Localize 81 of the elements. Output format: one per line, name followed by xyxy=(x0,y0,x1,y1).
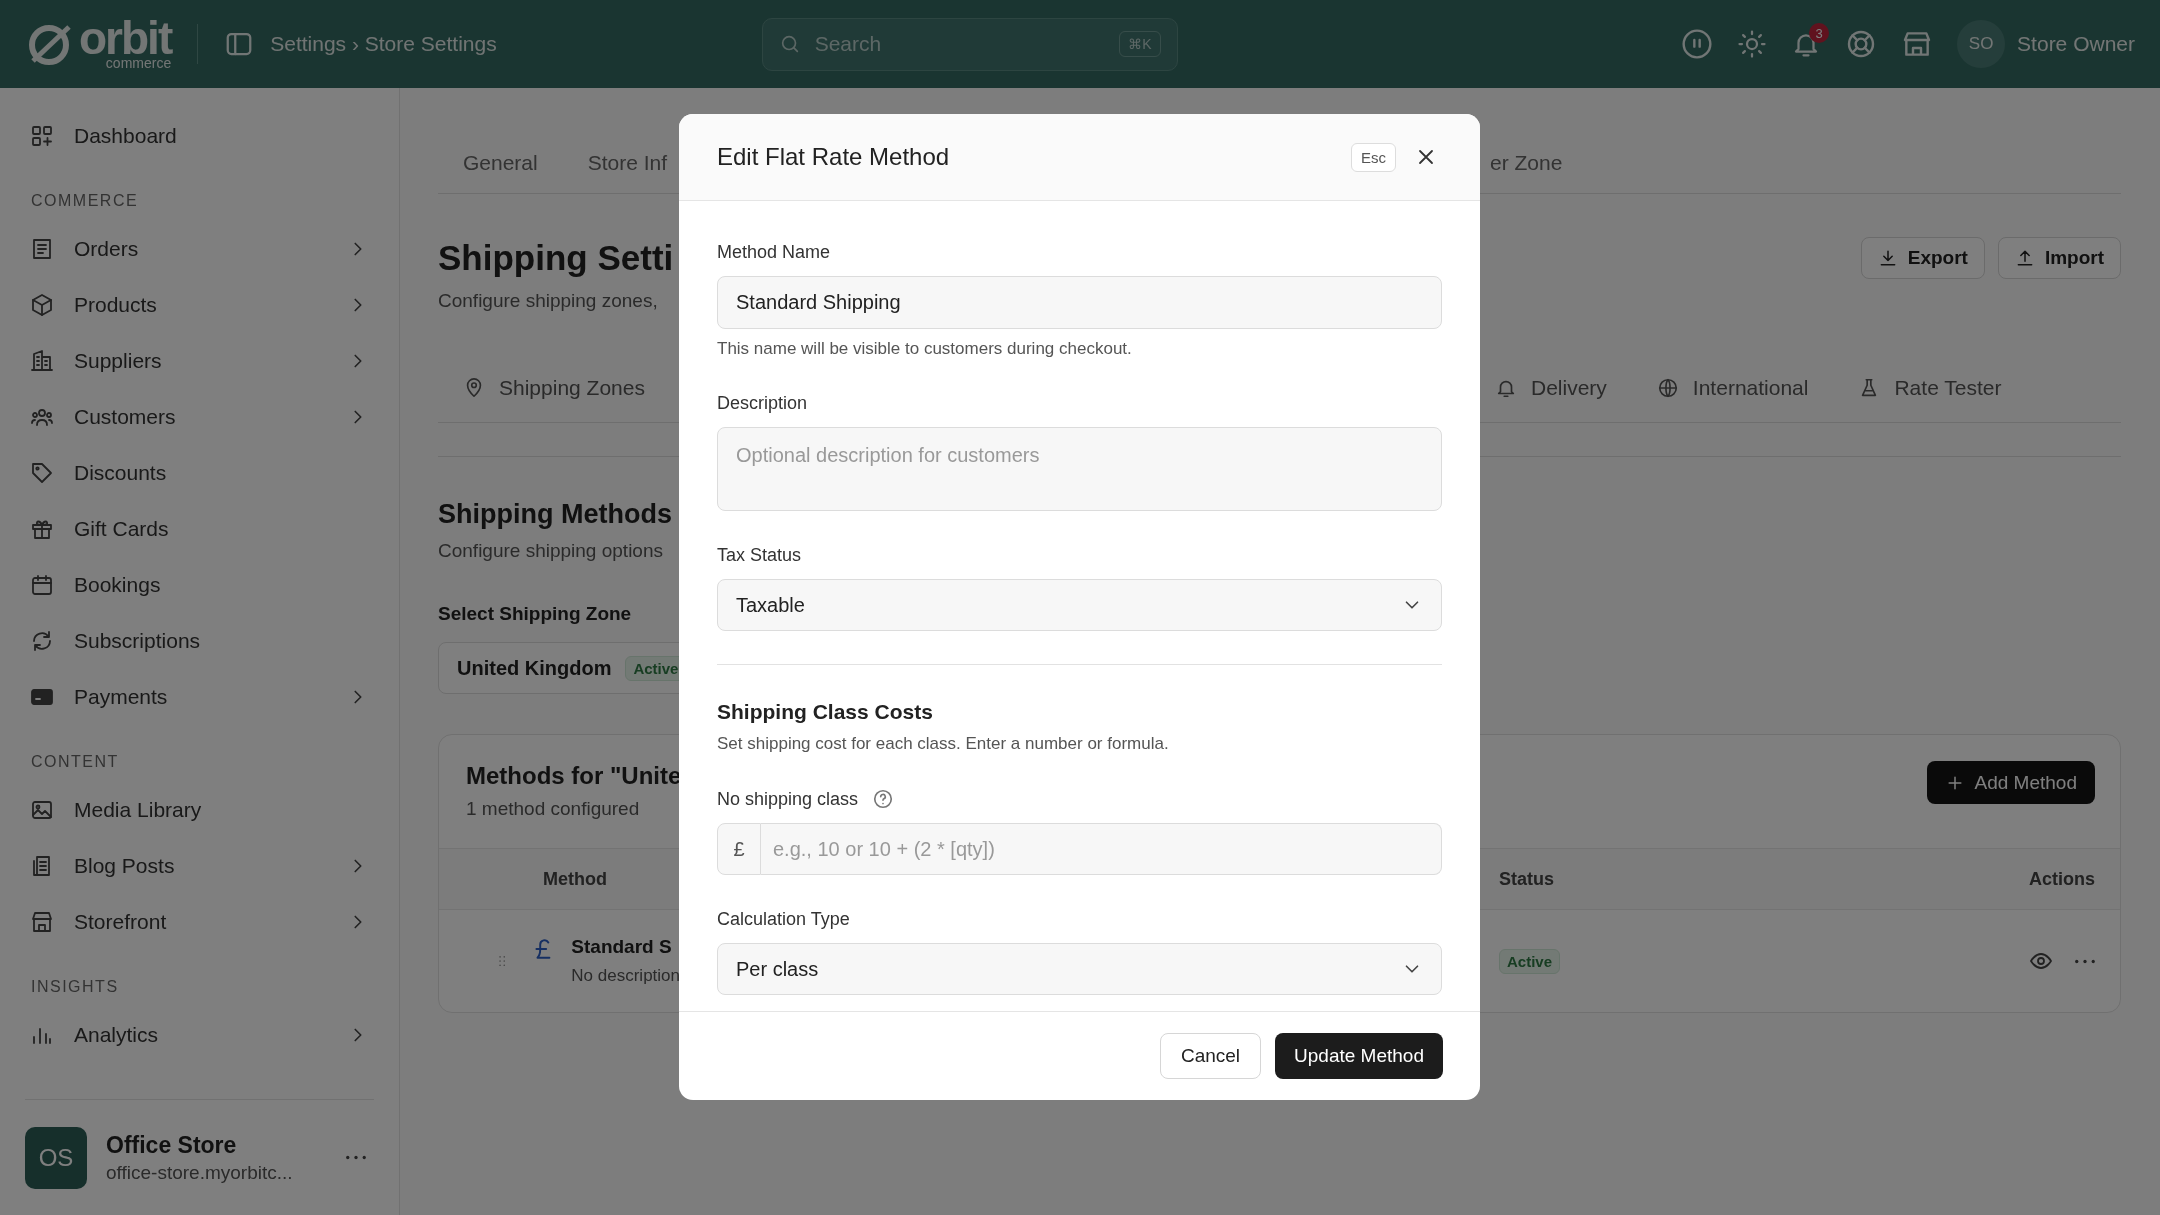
import-button[interactable]: Import xyxy=(1997,237,2121,279)
column-header: Actions xyxy=(2029,868,2095,890)
method-description: No description xyxy=(571,966,680,986)
tab[interactable]: Shipping Zones xyxy=(438,354,645,422)
field-label: Tax Status xyxy=(717,544,802,566)
image-icon xyxy=(30,798,54,822)
sun-icon xyxy=(1737,29,1768,59)
tab[interactable]: General xyxy=(438,133,563,193)
field-label: Method Name xyxy=(717,241,831,263)
textarea-field[interactable]: Optional description for customers xyxy=(717,427,1442,511)
tab[interactable]: Delivery xyxy=(1495,354,1607,422)
hint-text: This name will be visible to customers during checkout. xyxy=(717,339,1133,359)
pause-icon xyxy=(1681,28,1714,60)
shortcut-hint: Esc xyxy=(1351,142,1396,172)
sidebar-item[interactable]: Customers xyxy=(0,389,399,445)
sidebar-item[interactable]: Orders xyxy=(0,221,399,277)
sidebar-item[interactable]: Media Library xyxy=(0,782,399,838)
store-avatar[interactable]: OS xyxy=(25,1126,87,1189)
sidebar-item[interactable]: Payments xyxy=(0,669,399,725)
input-field[interactable]: e.g., 10 or 10 + (2 * [qty]) xyxy=(761,823,1442,875)
sidebar-item[interactable]: Analytics xyxy=(0,1007,399,1063)
calendar-icon xyxy=(30,573,54,597)
export-button[interactable]: Export xyxy=(1860,237,1985,279)
store-name: Office Store xyxy=(106,1131,238,1159)
select-field[interactable]: Per class xyxy=(717,943,1442,995)
currency-prefix: £ xyxy=(717,823,761,875)
page-title: Shipping Setti xyxy=(438,237,675,279)
breadcrumb: Settings › Store Settings xyxy=(270,32,497,56)
grid-icon xyxy=(30,124,54,148)
input-field[interactable]: Standard Shipping xyxy=(717,276,1442,329)
cancel-button[interactable]: Cancel xyxy=(1159,1033,1262,1079)
section-title: Shipping Methods xyxy=(438,498,672,531)
shortcut-hint: ⌘K xyxy=(1119,31,1161,57)
field-label: Select Shipping Zone xyxy=(438,602,632,626)
more-icon xyxy=(2075,958,2095,964)
store-url: office-store.myorbitc... xyxy=(106,1161,293,1184)
help-icon xyxy=(872,788,895,810)
field-label: Calculation Type xyxy=(717,908,850,930)
tag-icon xyxy=(30,461,54,485)
field-label: Description xyxy=(717,392,808,414)
box-icon xyxy=(30,293,54,317)
tab[interactable]: er Zone xyxy=(1480,133,1588,193)
globe-icon xyxy=(1656,377,1679,399)
tab[interactable]: International xyxy=(1656,354,1809,422)
more-icon xyxy=(346,1155,366,1160)
avatar[interactable]: SO xyxy=(1957,20,2006,68)
store-icon xyxy=(30,910,54,934)
field-label: No shipping class xyxy=(717,788,859,810)
receipt-icon xyxy=(30,237,54,261)
column-header: Method xyxy=(542,868,608,890)
dialog-title: Edit Flat Rate Method xyxy=(717,143,950,171)
status-badge: Active xyxy=(1499,948,1561,974)
notification-badge: 3 xyxy=(1809,23,1830,43)
sidebar-item[interactable]: Dashboard xyxy=(0,108,399,164)
section-heading: COMMERCE xyxy=(30,191,140,211)
section-description: Set shipping cost for each class. Enter a number or formula. xyxy=(717,733,1170,755)
card-title: Methods for "Unite xyxy=(465,761,680,791)
tab[interactable]: Store Inf xyxy=(562,133,693,193)
sidebar-item[interactable]: Suppliers xyxy=(0,333,399,389)
update-method-button[interactable]: Update Method xyxy=(1275,1033,1443,1079)
sidebar-item[interactable]: Storefront xyxy=(0,894,399,950)
user-name: Store Owner xyxy=(2017,32,2135,56)
page-subtitle: Configure shipping zones, xyxy=(438,289,659,313)
card-subtitle: 1 method configured xyxy=(465,797,641,821)
refresh-icon xyxy=(30,629,54,653)
section-heading: INSIGHTS xyxy=(30,977,120,997)
sidebar-item[interactable]: Subscriptions xyxy=(0,613,399,669)
section-title: Shipping Class Costs xyxy=(717,699,934,725)
column-header: Status xyxy=(1499,868,1554,890)
building-icon xyxy=(30,349,54,373)
tab[interactable]: Rate Tester xyxy=(1858,354,2002,422)
sidebar-item[interactable]: Products xyxy=(0,277,399,333)
section-subtitle: Configure shipping options xyxy=(438,539,663,563)
sidebar-item[interactable]: Discounts xyxy=(0,445,399,501)
sidebar-item[interactable]: Gift Cards xyxy=(0,501,399,557)
sidebar-item[interactable]: Bookings xyxy=(0,557,399,613)
method-name: Standard S xyxy=(571,936,673,958)
sidebar-item[interactable]: Blog Posts xyxy=(0,838,399,894)
select-field[interactable]: Taxable xyxy=(717,579,1442,631)
section-heading: CONTENT xyxy=(30,752,120,772)
add-method-button[interactable]: Add Method xyxy=(1926,761,2095,804)
